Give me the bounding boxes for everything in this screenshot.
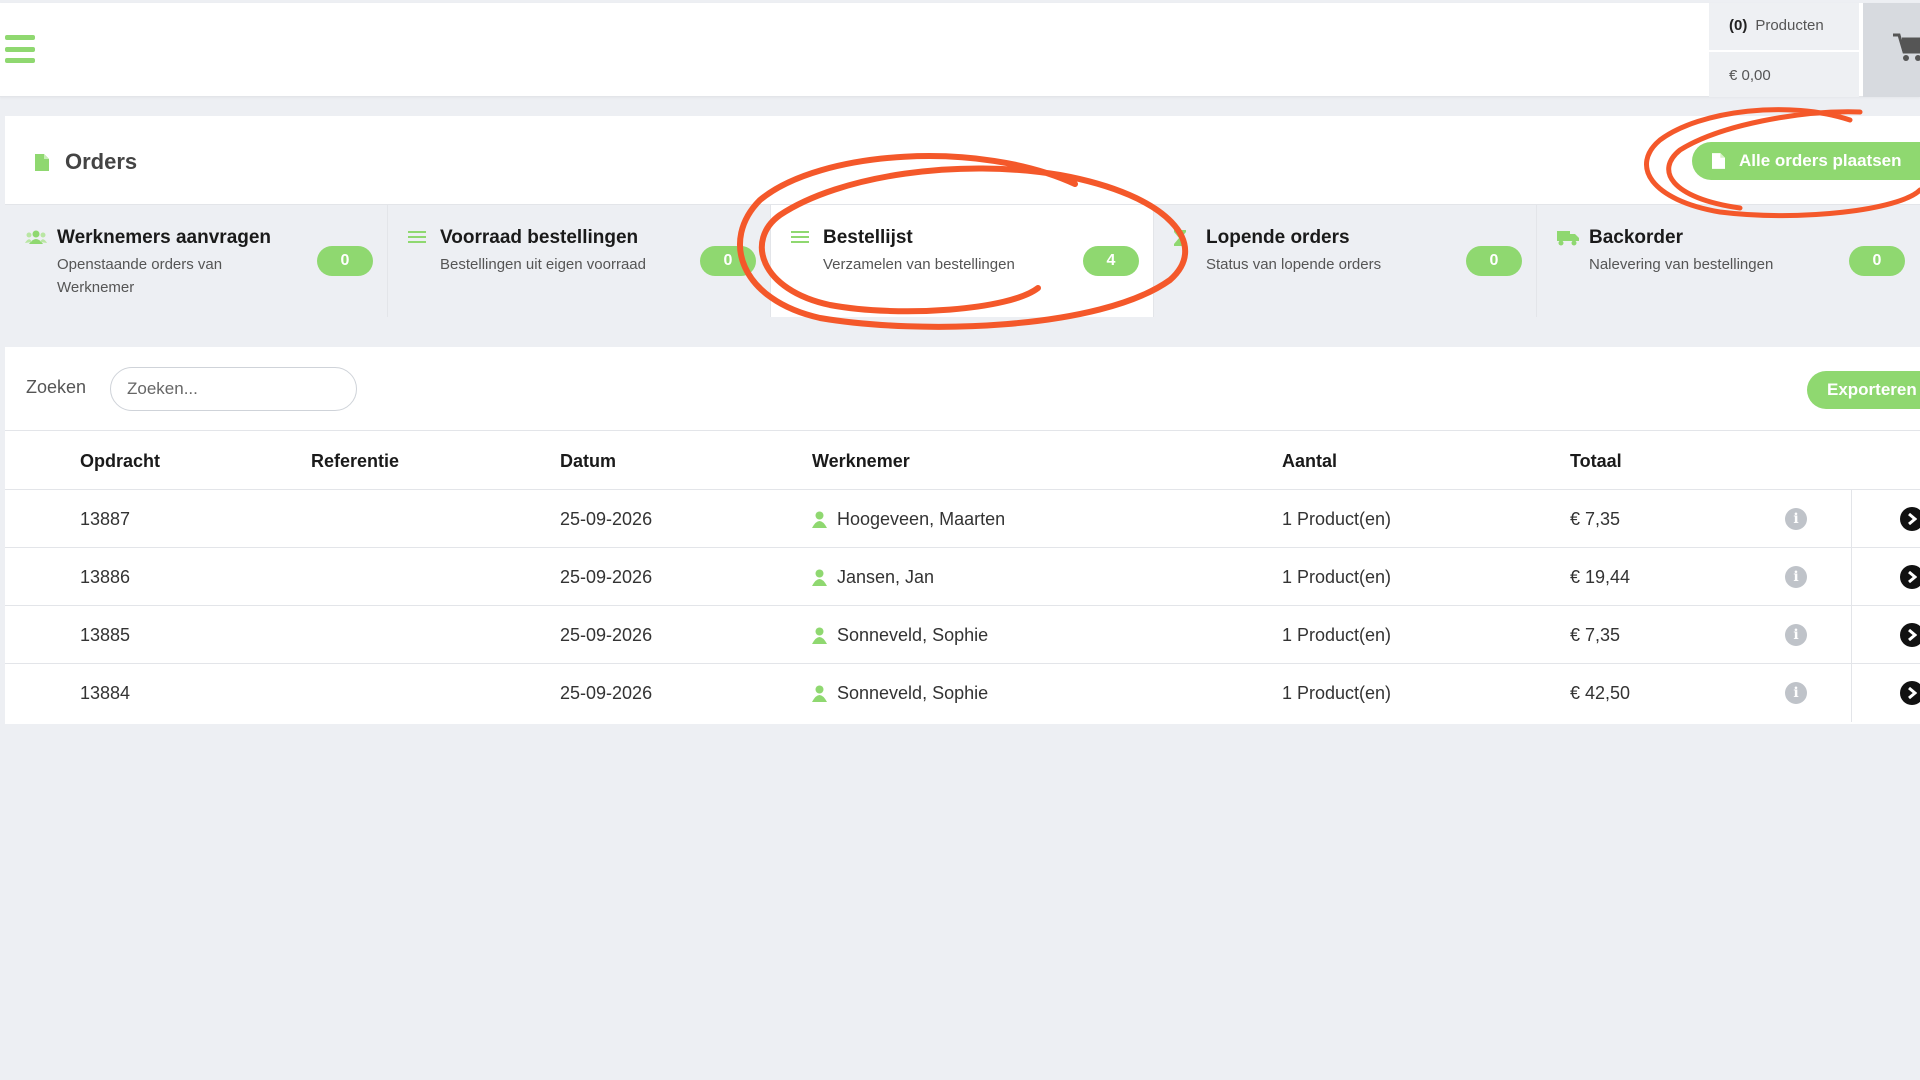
- table-row[interactable]: 13884 25-09-2026 Sonneveld, Sophie 1 Pro…: [5, 664, 1920, 722]
- table-row[interactable]: 13887 25-09-2026 Hoogeveen, Maarten 1 Pr…: [5, 490, 1920, 548]
- orders-panel: Orders Alle orders plaatsen Werknemers a…: [5, 116, 1920, 317]
- column-header-aantal[interactable]: Aantal: [1282, 431, 1337, 491]
- cart-divider: [1709, 50, 1859, 52]
- document-icon: [1712, 153, 1725, 169]
- info-icon[interactable]: i: [1785, 682, 1807, 704]
- cell-aantal: 1 Product(en): [1282, 683, 1392, 703]
- cell-werknemer: Sonneveld, Sophie: [812, 606, 988, 664]
- cell-opdracht: 13887: [80, 509, 131, 529]
- employee-name: Sonneveld, Sophie: [837, 683, 989, 703]
- tab-subtitle: Nalevering van bestellingen: [1589, 256, 1774, 273]
- info-icon[interactable]: i: [1785, 508, 1807, 530]
- table-row[interactable]: 13886 25-09-2026 Jansen, Jan 1 Product(e…: [5, 548, 1920, 606]
- chevron-right-circle-icon[interactable]: [1900, 507, 1920, 531]
- cart-summary[interactable]: (0) Producten € 0,00: [1709, 3, 1859, 97]
- row-action-cell: [1851, 490, 1920, 548]
- column-header-referentie[interactable]: Referentie: [311, 431, 399, 491]
- export-button[interactable]: Exporteren: [1807, 371, 1920, 409]
- tab-count-badge: 4: [1083, 246, 1139, 276]
- user-icon: [812, 511, 827, 528]
- chevron-right-circle-icon[interactable]: [1900, 623, 1920, 647]
- employee-name: Hoogeveen, Maarten: [837, 509, 1006, 529]
- user-icon: [812, 627, 827, 644]
- hamburger-menu-icon[interactable]: [5, 35, 35, 63]
- page-title-text: Orders: [65, 149, 138, 174]
- cell-datum: 25-09-2026: [560, 567, 653, 587]
- employee-name: Jansen, Jan: [837, 567, 935, 587]
- column-header-werknemer[interactable]: Werknemer: [812, 431, 910, 491]
- info-icon[interactable]: i: [1785, 566, 1807, 588]
- orders-table-panel: Zoeken Exporteren Opdracht Referentie Da…: [5, 347, 1920, 724]
- chevron-right-circle-icon[interactable]: [1900, 681, 1920, 705]
- tab-count-badge: 0: [1849, 246, 1905, 276]
- cell-opdracht: 13886: [80, 567, 131, 587]
- search-input[interactable]: [110, 367, 357, 411]
- cell-opdracht: 13884: [80, 683, 131, 703]
- column-header-opdracht[interactable]: Opdracht: [80, 431, 160, 491]
- users-icon: [25, 230, 47, 244]
- shopping-cart-icon: [1893, 33, 1920, 61]
- employee-name: Sonneveld, Sophie: [837, 625, 989, 645]
- cart-button[interactable]: [1863, 3, 1920, 97]
- tab-voorraad-bestellingen[interactable]: Voorraad bestellingen Bestellingen uit e…: [388, 205, 771, 317]
- cell-werknemer: Hoogeveen, Maarten: [812, 490, 1005, 548]
- tab-subtitle: Status van lopende orders: [1206, 256, 1382, 273]
- cell-opdracht: 13885: [80, 625, 131, 645]
- page-title: Orders: [35, 149, 137, 175]
- list-icon: [791, 231, 809, 243]
- tab-title: Voorraad bestellingen: [440, 227, 639, 248]
- cart-products-label: Producten: [1755, 17, 1824, 34]
- column-header-totaal[interactable]: Totaal: [1570, 431, 1622, 491]
- tab-title: Bestellijst: [823, 227, 913, 248]
- cell-aantal: 1 Product(en): [1282, 625, 1392, 645]
- cell-datum: 25-09-2026: [560, 683, 653, 703]
- cell-totaal: € 7,35: [1570, 509, 1621, 529]
- tab-title: Werknemers aanvragen: [57, 227, 272, 248]
- tab-subtitle: Verzamelen van bestellingen: [823, 256, 1015, 273]
- cart-count: (0): [1729, 17, 1748, 34]
- tab-count-badge: 0: [317, 246, 373, 276]
- tab-backorder[interactable]: Backorder Nalevering van bestellingen 0: [1537, 205, 1920, 317]
- place-all-orders-button[interactable]: Alle orders plaatsen: [1692, 142, 1920, 180]
- cell-datum: 25-09-2026: [560, 625, 653, 645]
- row-action-cell: [1851, 606, 1920, 664]
- table-header: Opdracht Referentie Datum Werknemer Aant…: [5, 430, 1920, 490]
- tab-title: Backorder: [1589, 227, 1683, 248]
- tab-subtitle: Openstaande orders van Werknemer: [57, 256, 223, 296]
- truck-icon: [1557, 231, 1579, 246]
- tab-lopende-orders[interactable]: Lopende orders Status van lopende orders…: [1154, 205, 1537, 317]
- user-icon: [812, 569, 827, 586]
- row-action-cell: [1851, 664, 1920, 722]
- table-row[interactable]: 13885 25-09-2026 Sonneveld, Sophie 1 Pro…: [5, 606, 1920, 664]
- chevron-right-circle-icon[interactable]: [1900, 565, 1920, 589]
- hourglass-icon: [1174, 230, 1186, 246]
- cart-total: € 0,00: [1729, 67, 1771, 84]
- cell-totaal: € 19,44: [1570, 567, 1631, 587]
- info-icon[interactable]: i: [1785, 624, 1807, 646]
- column-header-datum[interactable]: Datum: [560, 431, 616, 491]
- place-all-orders-label: Alle orders plaatsen: [1739, 151, 1902, 170]
- tab-werknemers-aanvragen[interactable]: Werknemers aanvragen Openstaande orders …: [5, 205, 388, 317]
- list-icon: [408, 231, 426, 243]
- search-label: Zoeken: [26, 377, 87, 397]
- tab-bestellijst[interactable]: Bestellijst Verzamelen van bestellingen …: [771, 205, 1154, 317]
- top-bar: (0) Producten € 0,00: [0, 3, 1920, 97]
- cell-werknemer: Sonneveld, Sophie: [812, 664, 988, 722]
- user-icon: [812, 685, 827, 702]
- document-icon: [35, 153, 49, 171]
- cell-totaal: € 42,50: [1570, 683, 1631, 703]
- cell-werknemer: Jansen, Jan: [812, 548, 934, 606]
- cart-count-row: (0) Producten: [1729, 17, 1824, 34]
- tab-subtitle: Bestellingen uit eigen voorraad: [440, 256, 646, 273]
- row-action-cell: [1851, 548, 1920, 606]
- order-tabs: Werknemers aanvragen Openstaande orders …: [5, 204, 1920, 317]
- tab-title: Lopende orders: [1206, 227, 1350, 248]
- cell-aantal: 1 Product(en): [1282, 509, 1392, 529]
- cell-aantal: 1 Product(en): [1282, 567, 1392, 587]
- tab-count-badge: 0: [1466, 246, 1522, 276]
- tab-count-badge: 0: [700, 246, 756, 276]
- cell-totaal: € 7,35: [1570, 625, 1621, 645]
- cell-datum: 25-09-2026: [560, 509, 653, 529]
